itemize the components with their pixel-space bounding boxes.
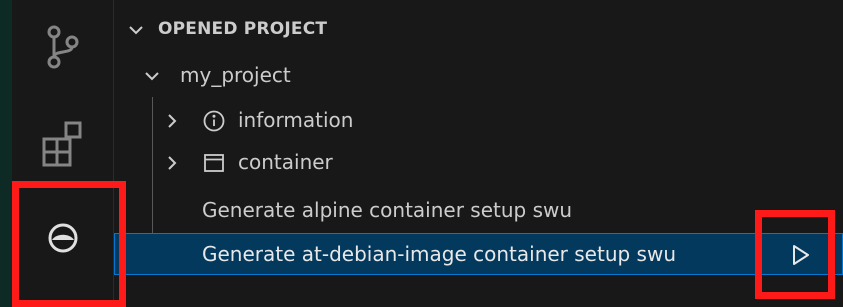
- tree-item-label: container: [238, 150, 333, 174]
- chevron-right-icon: [162, 111, 182, 131]
- info-icon: [202, 109, 226, 133]
- activity-bar-accent: [0, 0, 12, 307]
- explorer-sidebar: OPENED PROJECT my_project information co…: [114, 0, 843, 307]
- atmark-extension-icon[interactable]: [38, 213, 88, 263]
- tree-item-project[interactable]: my_project: [114, 55, 843, 97]
- project-name: my_project: [180, 63, 291, 87]
- section-header-opened-project[interactable]: OPENED PROJECT: [114, 10, 843, 50]
- window-icon: [202, 151, 226, 175]
- chevron-down-icon: [142, 66, 162, 86]
- action-item-generate-at-debian-image[interactable]: Generate at-debian-image container setup…: [114, 233, 843, 275]
- action-label: Generate alpine container setup swu: [202, 198, 573, 222]
- chevron-right-icon: [162, 153, 182, 173]
- action-label: Generate at-debian-image container setup…: [202, 242, 677, 266]
- chevron-down-icon: [126, 20, 146, 40]
- source-control-icon[interactable]: [38, 22, 88, 72]
- tree-item-information[interactable]: information: [114, 100, 843, 142]
- tree-item-container[interactable]: container: [114, 142, 843, 184]
- play-icon[interactable]: [787, 242, 813, 268]
- action-item-generate-alpine[interactable]: Generate alpine container setup swu: [114, 190, 843, 232]
- tree-item-label: information: [238, 108, 354, 132]
- extensions-icon[interactable]: [38, 117, 88, 167]
- activity-bar: [0, 0, 110, 307]
- section-title: OPENED PROJECT: [158, 19, 328, 39]
